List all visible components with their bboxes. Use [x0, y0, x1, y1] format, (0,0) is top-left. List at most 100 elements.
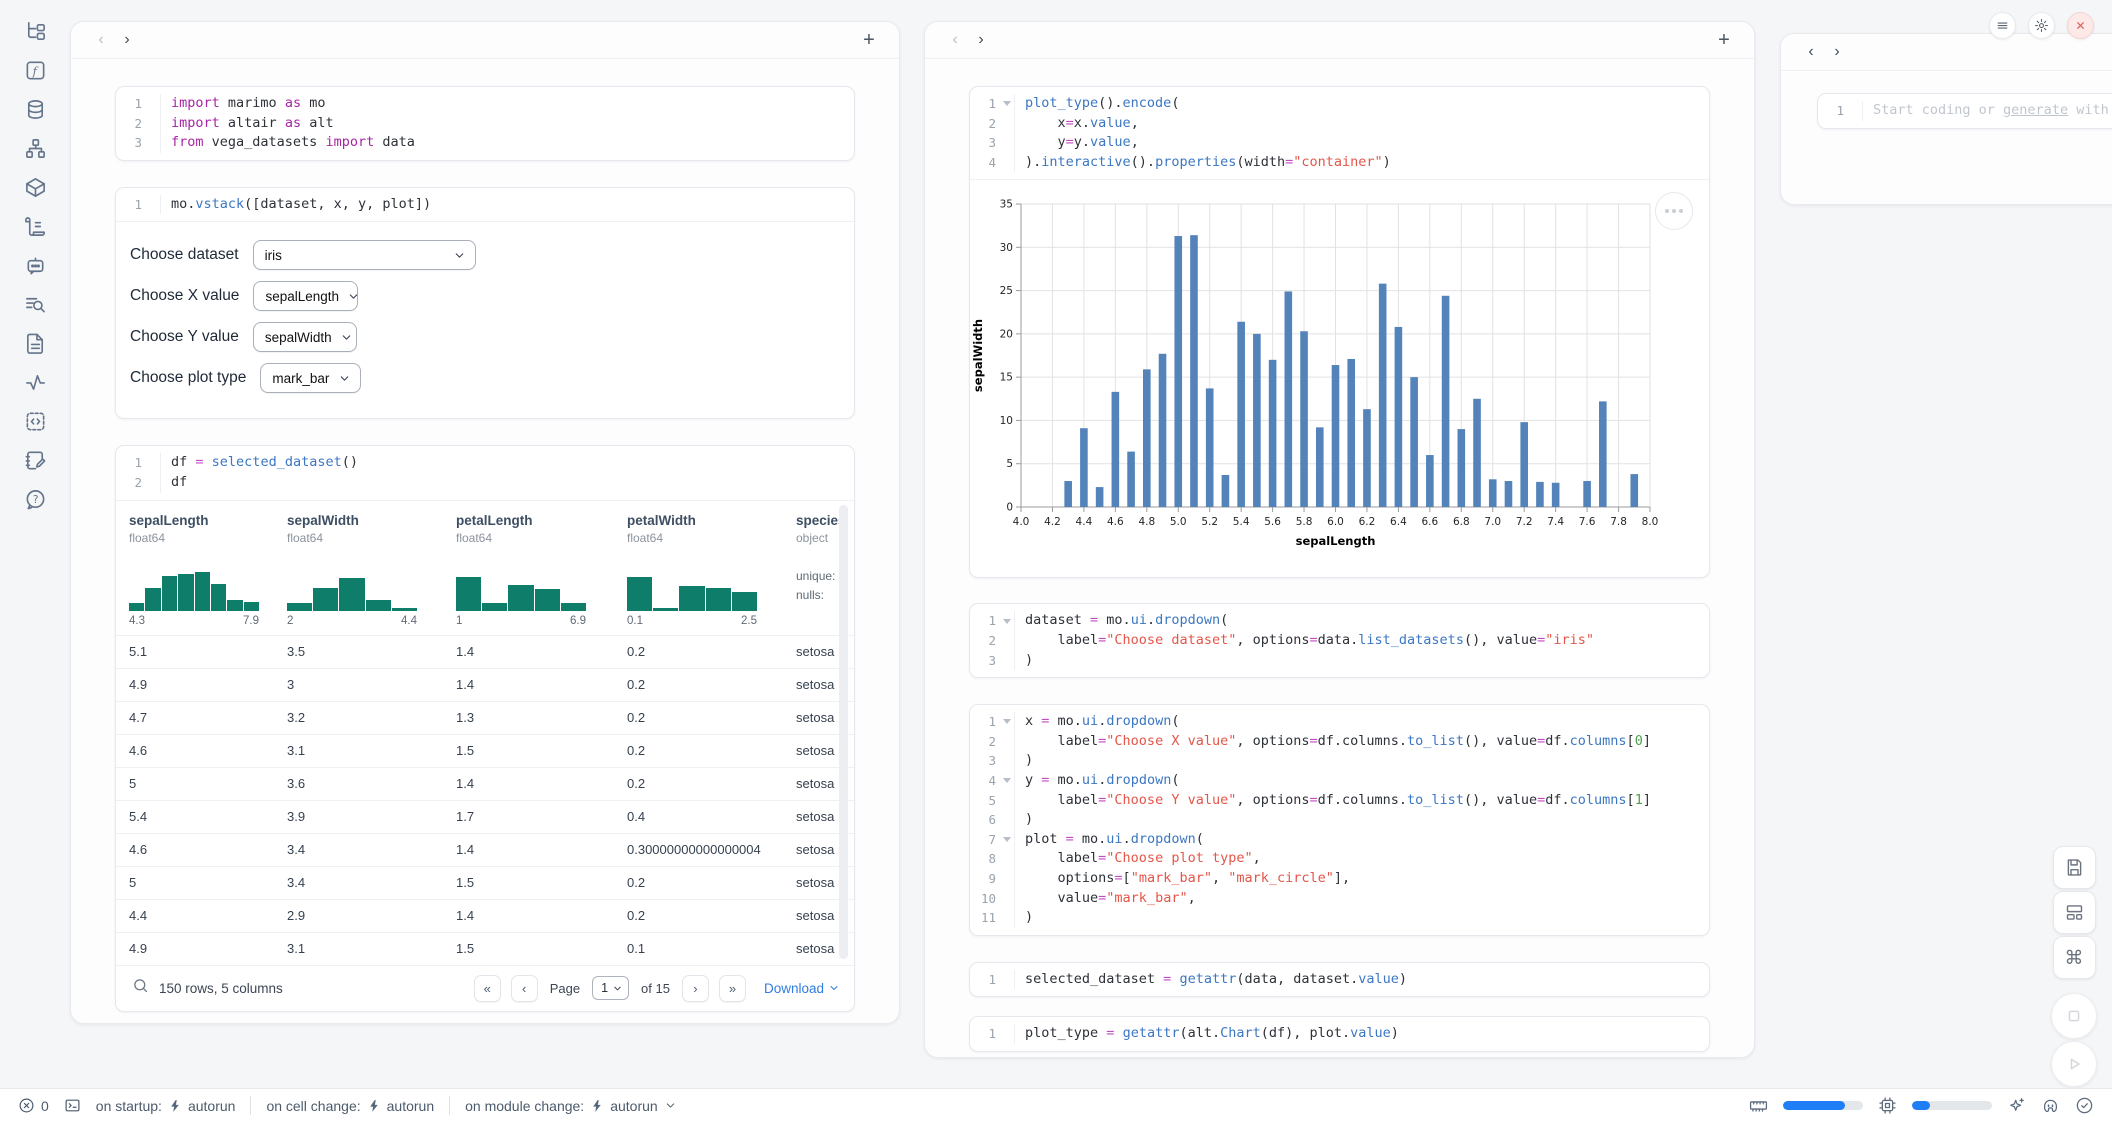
fold-toggle[interactable] — [1000, 771, 1014, 791]
panel-prev-button[interactable]: ‹ — [88, 28, 114, 52]
code-line[interactable]: plot_type = getattr(alt.Chart(df), plot.… — [1014, 1024, 1709, 1044]
code-line[interactable]: options=["mark_bar", "mark_circle"], — [1014, 869, 1709, 889]
settings-button[interactable] — [2028, 12, 2055, 39]
code-line[interactable]: ) — [1014, 810, 1709, 830]
fold-toggle[interactable] — [1000, 94, 1014, 114]
code-line[interactable]: y = mo.ui.dropdown( — [1014, 771, 1709, 791]
on-cell-change-setting[interactable]: on cell change: autorun — [266, 1098, 434, 1114]
table-row[interactable]: 4.93.11.50.1setosa — [116, 932, 854, 965]
code-line[interactable]: label="Choose dataset", options=data.lis… — [1014, 631, 1709, 651]
search-icon[interactable] — [132, 977, 149, 999]
ai-assistant-button[interactable] — [2007, 1096, 2026, 1115]
code-line[interactable]: label="Choose X value", options=df.colum… — [1014, 732, 1709, 752]
table-row[interactable]: 4.931.40.2setosa — [116, 668, 854, 701]
empty-code-cell[interactable]: 1 Start coding or generate with AI — [1817, 93, 2112, 129]
code-line[interactable]: label="Choose Y value", options=df.colum… — [1014, 791, 1709, 811]
on-startup-setting[interactable]: on startup: autorun — [96, 1098, 236, 1114]
fold-toggle[interactable] — [1000, 712, 1014, 732]
code-line[interactable]: y=y.value, — [1014, 133, 1709, 153]
keyboard-shortcuts-button[interactable]: ⌘ — [2053, 936, 2096, 979]
table-row[interactable]: 4.42.91.40.2setosa — [116, 899, 854, 932]
code-line[interactable]: from vega_datasets import data — [160, 133, 854, 153]
scroll-icon[interactable] — [20, 213, 50, 239]
package-icon[interactable] — [20, 174, 50, 200]
code-line[interactable]: ).interactive().properties(width="contai… — [1014, 153, 1709, 173]
column-header[interactable]: petalLengthfloat6416.9 — [443, 513, 614, 635]
code-line[interactable]: x = mo.ui.dropdown( — [1014, 712, 1709, 732]
bar-chart[interactable]: 4.04.24.44.64.85.05.25.45.65.86.06.26.46… — [970, 190, 1709, 571]
column-header[interactable]: sepalWidthfloat6424.4 — [274, 513, 443, 635]
code-cell-selected-dataset[interactable]: 1selected_dataset = getattr(data, datase… — [969, 962, 1710, 998]
connection-status-button[interactable] — [2075, 1096, 2094, 1115]
panel-prev-button[interactable]: ‹ — [1798, 40, 1824, 64]
code-line[interactable]: import altair as alt — [160, 114, 854, 134]
notebook-pen-icon[interactable] — [20, 447, 50, 473]
code-line[interactable]: df — [160, 473, 854, 493]
layout-button[interactable] — [2053, 891, 2096, 934]
code-line[interactable]: ) — [1014, 908, 1709, 928]
code-cell-dataset-dropdown[interactable]: 1dataset = mo.ui.dropdown(2 label="Choos… — [969, 603, 1710, 678]
save-button[interactable] — [2053, 846, 2096, 889]
code-cell-plot-type[interactable]: 1plot_type = getattr(alt.Chart(df), plot… — [969, 1016, 1710, 1052]
code-line[interactable]: ) — [1014, 751, 1709, 771]
code-line[interactable]: ) — [1014, 651, 1709, 671]
table-row[interactable]: 4.73.21.30.2setosa — [116, 701, 854, 734]
table-row[interactable]: 53.41.50.2setosa — [116, 866, 854, 899]
next-page-button[interactable]: › — [682, 975, 709, 1002]
database-icon[interactable] — [20, 96, 50, 122]
table-row[interactable]: 5.13.51.40.2setosa — [116, 635, 854, 668]
table-row[interactable]: 4.63.11.50.2setosa — [116, 734, 854, 767]
column-header[interactable]: sepalLengthfloat644.37.9 — [116, 513, 274, 635]
panel-prev-button[interactable]: ‹ — [942, 28, 968, 52]
code-line[interactable]: import marimo as mo — [160, 94, 854, 114]
code-cell-xy-plot-dropdowns[interactable]: 1x = mo.ui.dropdown(2 label="Choose X va… — [969, 704, 1710, 936]
code-cell-imports[interactable]: 1import marimo as mo2import altair as al… — [115, 86, 855, 161]
code-cell-vstack[interactable]: 1mo.vstack([dataset, x, y, plot]) Choose… — [115, 187, 855, 420]
terminal-button[interactable] — [64, 1097, 81, 1114]
download-button[interactable]: Download — [764, 981, 840, 996]
file-tree-icon[interactable] — [20, 18, 50, 44]
x-value-dropdown[interactable]: sepalLength — [253, 281, 358, 311]
table-scrollbar[interactable] — [839, 505, 848, 959]
function-square-icon[interactable]: f — [20, 57, 50, 83]
generate-link[interactable]: generate — [2003, 102, 2068, 118]
editor-placeholder[interactable]: Start coding or generate with AI — [1862, 101, 2112, 121]
code-line[interactable]: selected_dataset = getattr(data, dataset… — [1014, 970, 1709, 990]
y-value-dropdown[interactable]: sepalWidth — [253, 322, 357, 352]
last-page-button[interactable]: » — [719, 975, 746, 1002]
on-module-change-setting[interactable]: on module change: autorun — [465, 1098, 677, 1114]
code-snippet-icon[interactable] — [20, 408, 50, 434]
code-line[interactable]: plot = mo.ui.dropdown( — [1014, 830, 1709, 850]
interrupt-button[interactable] — [2051, 993, 2097, 1039]
panel-next-button[interactable]: › — [114, 28, 140, 52]
panel-next-button[interactable]: › — [968, 28, 994, 52]
menu-button[interactable] — [1989, 12, 2016, 39]
add-cell-button[interactable]: + — [1711, 28, 1737, 52]
help-bubble-icon[interactable]: ? — [20, 486, 50, 512]
first-page-button[interactable]: « — [474, 975, 501, 1002]
code-line[interactable]: dataset = mo.ui.dropdown( — [1014, 611, 1709, 631]
table-row[interactable]: 4.63.41.40.30000000000000004setosa — [116, 833, 854, 866]
column-header[interactable]: petalWidthfloat640.12.5 — [614, 513, 783, 635]
close-button[interactable] — [2067, 12, 2094, 39]
logs-search-icon[interactable] — [20, 291, 50, 317]
file-text-icon[interactable] — [20, 330, 50, 356]
code-line[interactable]: df = selected_dataset() — [160, 453, 854, 473]
code-line[interactable]: label="Choose plot type", — [1014, 849, 1709, 869]
code-cell-df[interactable]: 1df = selected_dataset()2df sepalLengthf… — [115, 445, 855, 1011]
panel-next-button[interactable]: › — [1824, 40, 1850, 64]
code-cell-encode[interactable]: 1plot_type().encode(2 x=x.value,3 y=y.va… — [969, 86, 1710, 578]
activity-icon[interactable] — [20, 369, 50, 395]
copilot-button[interactable] — [2041, 1096, 2060, 1115]
table-row[interactable]: 5.43.91.70.4setosa — [116, 800, 854, 833]
prev-page-button[interactable]: ‹ — [511, 975, 538, 1002]
error-count[interactable]: 0 — [18, 1097, 49, 1114]
fold-toggle[interactable] — [1000, 830, 1014, 850]
code-line[interactable]: plot_type().encode( — [1014, 94, 1709, 114]
add-cell-button[interactable]: + — [856, 28, 882, 52]
code-line[interactable]: x=x.value, — [1014, 114, 1709, 134]
table-row[interactable]: 53.61.40.2setosa — [116, 767, 854, 800]
code-line[interactable]: value="mark_bar", — [1014, 889, 1709, 909]
code-line[interactable]: mo.vstack([dataset, x, y, plot]) — [160, 195, 854, 215]
run-all-button[interactable] — [2051, 1041, 2097, 1087]
